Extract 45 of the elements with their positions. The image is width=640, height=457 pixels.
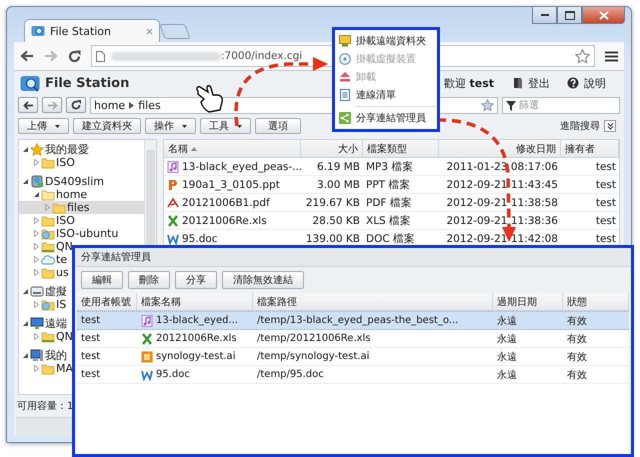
table-cell-text: 有效 bbox=[566, 368, 588, 382]
file-name-cell: 95.doc bbox=[137, 366, 253, 383]
table-cell-text: test bbox=[594, 160, 617, 174]
table-cell-text: 28.50 KB bbox=[312, 214, 361, 228]
file-name-cell: 20121006Re.xls bbox=[137, 330, 253, 347]
table-cell-text: /temp/synology-test.ai bbox=[256, 350, 370, 364]
table-cell-text: 有效 bbox=[566, 314, 588, 328]
table-cell-text: test bbox=[594, 178, 617, 192]
app-title: File Station bbox=[45, 76, 130, 90]
table-cell-text: DOC 檔案 bbox=[365, 232, 416, 246]
dialog-title: 分享連結管理員 bbox=[75, 248, 631, 267]
table-cell-text: test bbox=[594, 232, 617, 246]
table-cell-text: test bbox=[80, 314, 102, 328]
table-cell-text: 永遠 bbox=[496, 314, 518, 328]
table-cell-text: 219.67 KB bbox=[304, 196, 361, 210]
table-cell-text: PDF 檔案 bbox=[365, 196, 413, 210]
tab-title: File Station bbox=[50, 24, 112, 38]
table-cell-text: 有效 bbox=[566, 350, 588, 364]
table-cell-text: 2012-09-21 11:42:08 bbox=[445, 232, 559, 246]
table-cell-text: /temp/95.doc bbox=[256, 368, 325, 382]
table-cell-text: /temp/13-black_eyed_peas-the_best_o... bbox=[256, 314, 460, 328]
table-cell-text: /temp/20121006Re.xls bbox=[256, 332, 372, 346]
table-cell-text: test bbox=[80, 350, 102, 364]
table-cell-text: 有效 bbox=[566, 332, 588, 346]
table-cell-text: 永遠 bbox=[496, 350, 518, 364]
table-cell-text: test bbox=[80, 368, 102, 382]
table-cell-text: PPT 檔案 bbox=[365, 178, 412, 192]
table-cell-text: 2012-09-21 11:38:36 bbox=[445, 214, 559, 228]
table-cell-text: test bbox=[594, 214, 617, 228]
free-space-text: 可用容量：1 bbox=[17, 400, 74, 413]
file-name-cell: 13-black_eyed... bbox=[137, 312, 253, 329]
table-cell-text: 永遠 bbox=[496, 368, 518, 382]
url-text: :7000/index.cgi bbox=[221, 50, 302, 62]
table-cell-text: 2012-09-21 11:43:45 bbox=[445, 178, 559, 192]
welcome-text: 歡迎 test bbox=[444, 76, 494, 90]
table-cell-text: 139.00 KB bbox=[304, 232, 361, 246]
table-cell-text: test bbox=[594, 196, 617, 210]
table-cell-text: 3.00 MB bbox=[316, 178, 361, 192]
table-cell-text: 永遠 bbox=[496, 332, 518, 346]
table-cell-text: MP3 檔案 bbox=[365, 160, 414, 174]
file-name-cell: synology-test.ai bbox=[137, 348, 253, 365]
table-cell-text: XLS 檔案 bbox=[365, 214, 412, 228]
table-cell-text: 6.19 MB bbox=[316, 160, 361, 174]
table-cell-text: 2012-09-21 11:38:58 bbox=[445, 196, 559, 210]
table-cell-text: test bbox=[80, 332, 102, 346]
